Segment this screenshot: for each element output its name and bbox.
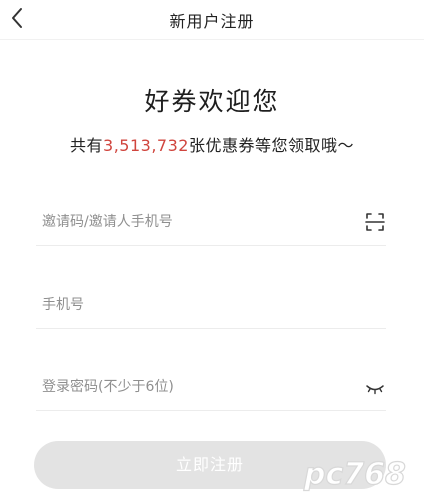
invite-code-input[interactable] [42, 206, 342, 238]
nav-header: 新用户注册 [0, 0, 424, 40]
eye-closed-icon[interactable] [364, 377, 386, 397]
phone-field [36, 285, 386, 329]
welcome-subtitle: 共有3,513,732张优惠券等您领取哦～ [0, 132, 424, 156]
page-title: 新用户注册 [169, 12, 255, 31]
subtitle-suffix: 张优惠券等您领取哦～ [188, 136, 354, 155]
password-field [36, 367, 386, 411]
scan-icon[interactable] [364, 212, 386, 232]
subtitle-prefix: 共有 [70, 136, 104, 155]
coupon-count: 3,513,732 [103, 136, 189, 155]
welcome-title: 好券欢迎您 [144, 87, 280, 116]
register-button[interactable]: 立即注册 [34, 441, 386, 489]
password-input[interactable] [42, 371, 342, 403]
phone-input[interactable] [42, 289, 342, 321]
invite-field [36, 202, 386, 246]
